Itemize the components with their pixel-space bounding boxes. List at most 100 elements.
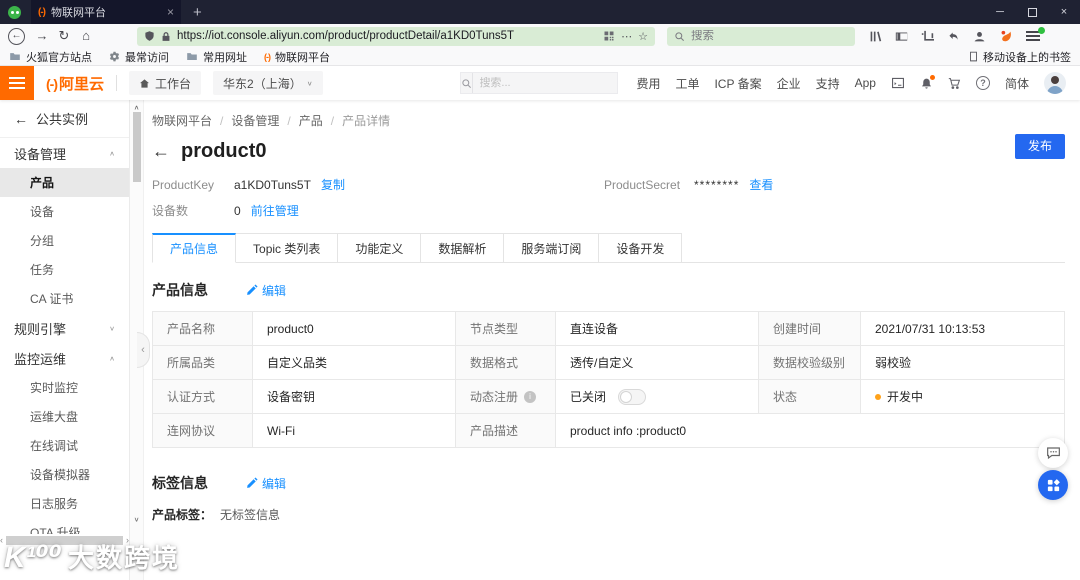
view-link[interactable]: 查看 — [749, 176, 773, 193]
sogou-extension-icon[interactable] — [999, 29, 1013, 43]
forward-icon[interactable]: → — [31, 27, 53, 45]
apps-grid-icon — [1047, 478, 1060, 491]
table-value: 2021/07/31 10:13:53 — [861, 312, 1065, 346]
device-count-value: 0 — [234, 203, 241, 218]
url-bar[interactable]: ⋯ ☆ — [137, 26, 655, 46]
aliyun-logo[interactable]: (-) 阿里云 — [46, 73, 104, 94]
screenshot-icon[interactable] — [921, 30, 934, 43]
language-selector[interactable]: 简体 — [1005, 75, 1029, 92]
nav-support[interactable]: 支持 — [816, 75, 840, 92]
sidebar-item-ops-dashboard[interactable]: 运维大盘 — [0, 402, 129, 431]
sidebar-item-ca-cert[interactable]: CA 证书 — [0, 284, 129, 313]
maximize-button[interactable] — [1016, 0, 1048, 24]
bookmark-folder-common[interactable]: 常用网址 — [186, 49, 247, 65]
bookmark-star-icon[interactable]: ☆ — [638, 30, 648, 43]
edit-tag-info-link[interactable]: 编辑 — [246, 475, 286, 492]
scroll-left-icon[interactable]: ‹ — [0, 535, 3, 545]
sidebar-item-device[interactable]: 设备 — [0, 197, 129, 226]
watermark-text: 大数跨境 — [67, 543, 180, 573]
table-label: 数据校验级别 — [759, 346, 861, 380]
feedback-chat-button[interactable] — [1038, 438, 1068, 468]
scroll-up-icon[interactable]: ∧ — [130, 104, 143, 111]
back-icon[interactable]: ← — [8, 27, 25, 45]
reload-icon[interactable]: ↻ — [53, 27, 75, 45]
edit-product-info-link[interactable]: 编辑 — [246, 282, 286, 299]
console-window-icon[interactable] — [891, 77, 905, 89]
bookmark-mobile[interactable]: 移动设备上的书签 — [968, 49, 1071, 65]
sidebar-item-log-service[interactable]: 日志服务 — [0, 489, 129, 518]
copy-link[interactable]: 复制 — [321, 176, 345, 193]
tab-function-definition[interactable]: 功能定义 — [338, 233, 422, 263]
scroll-down-icon[interactable]: ∨ — [130, 516, 143, 523]
browser-search-bar[interactable] — [667, 26, 855, 46]
bookmark-most-visited[interactable]: 最常访问 — [109, 49, 169, 65]
tab-data-parsing[interactable]: 数据解析 — [421, 233, 505, 263]
manage-link[interactable]: 前往管理 — [251, 202, 299, 219]
library-icon[interactable] — [869, 30, 882, 43]
sidebar: ← 公共实例 设备管理 ∧ 产品 设备 分组 任务 CA 证书 规则引擎 ∨ 监… — [0, 100, 130, 580]
product-key-label: ProductKey — [152, 177, 215, 192]
help-icon[interactable]: ? — [975, 76, 990, 90]
nav-billing[interactable]: 费用 — [636, 75, 660, 92]
sidebar-toggle-icon[interactable] — [895, 30, 908, 43]
breadcrumb-device-mgmt[interactable]: 设备管理 — [231, 112, 279, 129]
console-header: (-) 阿里云 工作台 华东2（上海） ∨ 费用 工单 ICP 备案 企业 支持… — [0, 66, 1080, 100]
tab-server-subscription[interactable]: 服务端订阅 — [504, 233, 600, 263]
home-icon[interactable]: ⌂ — [75, 27, 97, 45]
sidebar-item-online-debug[interactable]: 在线调试 — [0, 431, 129, 460]
account-icon[interactable] — [973, 30, 986, 43]
menu-icon[interactable] — [1026, 27, 1045, 41]
sidebar-group-monitor-ops[interactable]: 监控运维 ∧ — [0, 343, 129, 373]
console-search-input[interactable] — [473, 77, 628, 89]
scrollbar-thumb[interactable] — [133, 112, 141, 182]
browser-search-input[interactable] — [691, 30, 848, 42]
sidebar-item-realtime-monitor[interactable]: 实时监控 — [0, 373, 129, 402]
table-value: product0 — [253, 312, 456, 346]
console-search[interactable] — [460, 72, 628, 94]
tab-device-development[interactable]: 设备开发 — [599, 233, 683, 263]
status-dot — [875, 393, 881, 400]
sidebar-group-rules-engine[interactable]: 规则引擎 ∨ — [0, 313, 129, 343]
info-icon[interactable]: i — [524, 390, 537, 403]
nav-enterprise[interactable]: 企业 — [777, 75, 801, 92]
breadcrumb-product[interactable]: 产品 — [299, 112, 323, 129]
region-selector[interactable]: 华东2（上海） ∨ — [213, 71, 323, 95]
tab-product-info[interactable]: 产品信息 — [152, 233, 237, 263]
table-label: 节点类型 — [456, 312, 556, 346]
apps-widget-button[interactable] — [1038, 470, 1068, 500]
new-tab-button[interactable]: + — [193, 4, 202, 21]
sidebar-item-task[interactable]: 任务 — [0, 255, 129, 284]
url-input[interactable] — [177, 30, 598, 42]
close-button[interactable]: × — [1048, 0, 1080, 24]
sidebar-item-device-simulator[interactable]: 设备模拟器 — [0, 460, 129, 489]
device-count-label: 设备数 — [152, 204, 189, 218]
dynamic-register-toggle[interactable] — [618, 388, 647, 405]
sidebar-item-product[interactable]: 产品 — [0, 168, 129, 197]
nav-app[interactable]: App — [855, 76, 876, 90]
sidebar-item-group[interactable]: 分组 — [0, 226, 129, 255]
sidebar-back-instance[interactable]: ← 公共实例 — [0, 100, 129, 138]
cart-icon[interactable] — [948, 77, 961, 90]
breadcrumb-separator: / — [330, 113, 335, 128]
more-actions-icon[interactable]: ⋯ — [621, 30, 632, 43]
sidebar-group-device-mgmt[interactable]: 设备管理 ∧ — [0, 138, 129, 168]
tab-topic-list[interactable]: Topic 类列表 — [236, 233, 339, 263]
undo-icon[interactable] — [947, 30, 960, 43]
bookmark-folder-firefox[interactable]: 火狐官方站点 — [9, 49, 92, 65]
minimize-button[interactable]: ─ — [984, 0, 1016, 24]
product-tag-value: 无标签信息 — [220, 508, 281, 522]
back-arrow-icon[interactable]: ← — [152, 141, 170, 162]
publish-button[interactable]: 发布 — [1014, 134, 1065, 159]
tab-close-icon[interactable]: × — [167, 5, 174, 19]
breadcrumb-iot[interactable]: 物联网平台 — [152, 112, 212, 129]
bookmark-iot-platform[interactable]: (-) 物联网平台 — [264, 49, 330, 65]
console-menu-icon[interactable] — [0, 66, 34, 100]
qr-code-icon[interactable] — [603, 30, 615, 42]
avatar[interactable] — [1044, 72, 1066, 94]
wechat-icon[interactable] — [8, 5, 21, 19]
workbench-button[interactable]: 工作台 — [129, 71, 202, 95]
nav-icp[interactable]: ICP 备案 — [714, 75, 761, 92]
notification-bell-icon[interactable] — [920, 74, 935, 90]
browser-tab[interactable]: (-) 物联网平台 × — [31, 0, 181, 24]
nav-tickets[interactable]: 工单 — [675, 75, 699, 92]
